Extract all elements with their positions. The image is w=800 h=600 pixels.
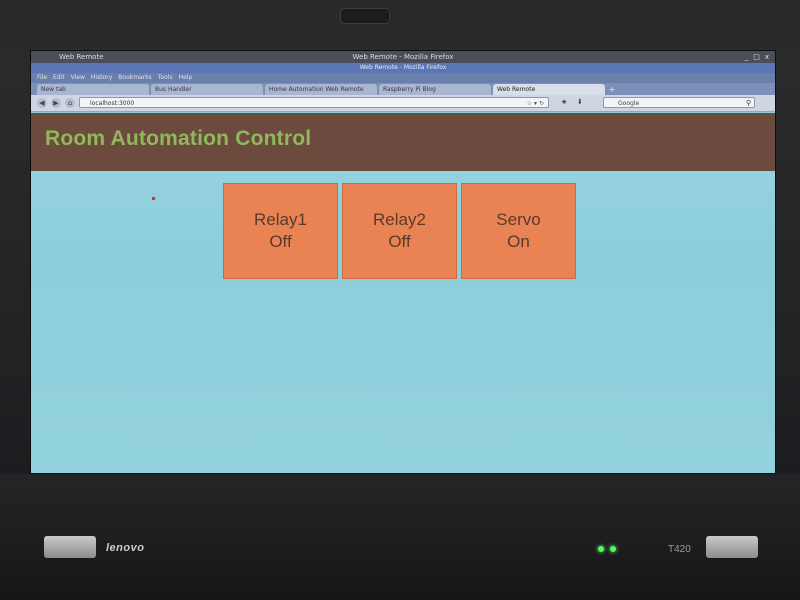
menu-bookmarks[interactable]: Bookmarks: [118, 73, 152, 83]
laptop-bezel: Web Remote Web Remote - Mozilla Firefox …: [0, 0, 800, 600]
tab-bar: New tab Bus Handler Home Automation Web …: [31, 83, 775, 95]
menubar: File Edit View History Bookmarks Tools H…: [31, 73, 775, 83]
url-bar[interactable]: localhost:3000 ☆ ▾ ↻: [79, 97, 549, 108]
tab-bus-handler[interactable]: Bus Handler: [151, 84, 263, 95]
menu-view[interactable]: View: [71, 73, 85, 83]
downloads-icon[interactable]: ⬇: [577, 98, 583, 106]
servo-label: Servo: [496, 210, 541, 229]
os-titlebar: Web Remote Web Remote - Mozilla Firefox …: [31, 51, 775, 63]
bottom-bezel: [0, 474, 800, 600]
menu-tools[interactable]: Tools: [158, 73, 173, 83]
back-icon[interactable]: ◀: [37, 98, 47, 108]
menu-edit[interactable]: Edit: [53, 73, 65, 83]
hinge-left: [44, 536, 96, 558]
relay2-state: Off: [388, 232, 411, 251]
brand-logo: lenovo: [106, 542, 145, 554]
forward-icon[interactable]: ▶: [51, 98, 61, 108]
page-header: Room Automation Control: [31, 113, 775, 171]
hinge-right: [706, 536, 758, 558]
search-icon[interactable]: ⚲: [746, 98, 751, 109]
tab-web-remote[interactable]: Web Remote: [493, 84, 605, 95]
search-input[interactable]: Google ⚲: [603, 97, 755, 108]
bezel-top: [0, 0, 800, 48]
close-icon[interactable]: x: [765, 51, 769, 63]
web-page: Room Automation Control Relay1 Off Relay…: [31, 113, 775, 473]
tab-blog[interactable]: Raspberry Pi Blog: [379, 84, 491, 95]
minimize-icon[interactable]: _: [745, 51, 749, 63]
wifi-led-icon: [610, 546, 616, 552]
menu-file[interactable]: File: [37, 73, 47, 83]
url-text: localhost:3000: [90, 100, 135, 107]
firefox-titlebar: Web Remote - Mozilla Firefox: [31, 63, 775, 73]
page-title: Room Automation Control: [45, 127, 312, 150]
power-led-icon: [598, 546, 604, 552]
navigation-bar: ◀ ▶ ⌂ localhost:3000 ☆ ▾ ↻ ★ ⬇ Google ⚲: [31, 95, 775, 112]
servo-button[interactable]: Servo On: [461, 183, 576, 279]
mouse-cursor: [152, 197, 155, 200]
maximize-icon[interactable]: □: [753, 51, 760, 63]
model-label: T420: [668, 544, 691, 555]
tab-new-tab[interactable]: New tab: [37, 84, 149, 95]
status-leds: [598, 546, 616, 552]
relay2-button[interactable]: Relay2 Off: [342, 183, 457, 279]
control-panel: Relay1 Off Relay2 Off Servo On: [223, 183, 576, 279]
relay1-label: Relay1: [254, 210, 307, 229]
tab-home-automation[interactable]: Home Automation Web Remote: [265, 84, 377, 95]
window-title: Web Remote - Mozilla Firefox: [352, 53, 454, 61]
screen: Web Remote Web Remote - Mozilla Firefox …: [30, 50, 776, 474]
relay2-label: Relay2: [373, 210, 426, 229]
servo-state: On: [507, 232, 530, 251]
menu-help[interactable]: Help: [179, 73, 193, 83]
new-tab-icon[interactable]: +: [607, 84, 617, 95]
menu-history[interactable]: History: [91, 73, 112, 83]
bookmark-icon[interactable]: ★: [561, 98, 567, 106]
home-icon[interactable]: ⌂: [65, 98, 75, 108]
browser-title: Web Remote - Mozilla Firefox: [359, 64, 447, 71]
reload-icon[interactable]: ☆ ▾ ↻: [527, 98, 544, 109]
webcam-icon: [340, 8, 390, 24]
search-engine-label: Google: [618, 100, 640, 107]
relay1-button[interactable]: Relay1 Off: [223, 183, 338, 279]
relay1-state: Off: [269, 232, 292, 251]
window-controls: _ □ x: [745, 51, 769, 63]
